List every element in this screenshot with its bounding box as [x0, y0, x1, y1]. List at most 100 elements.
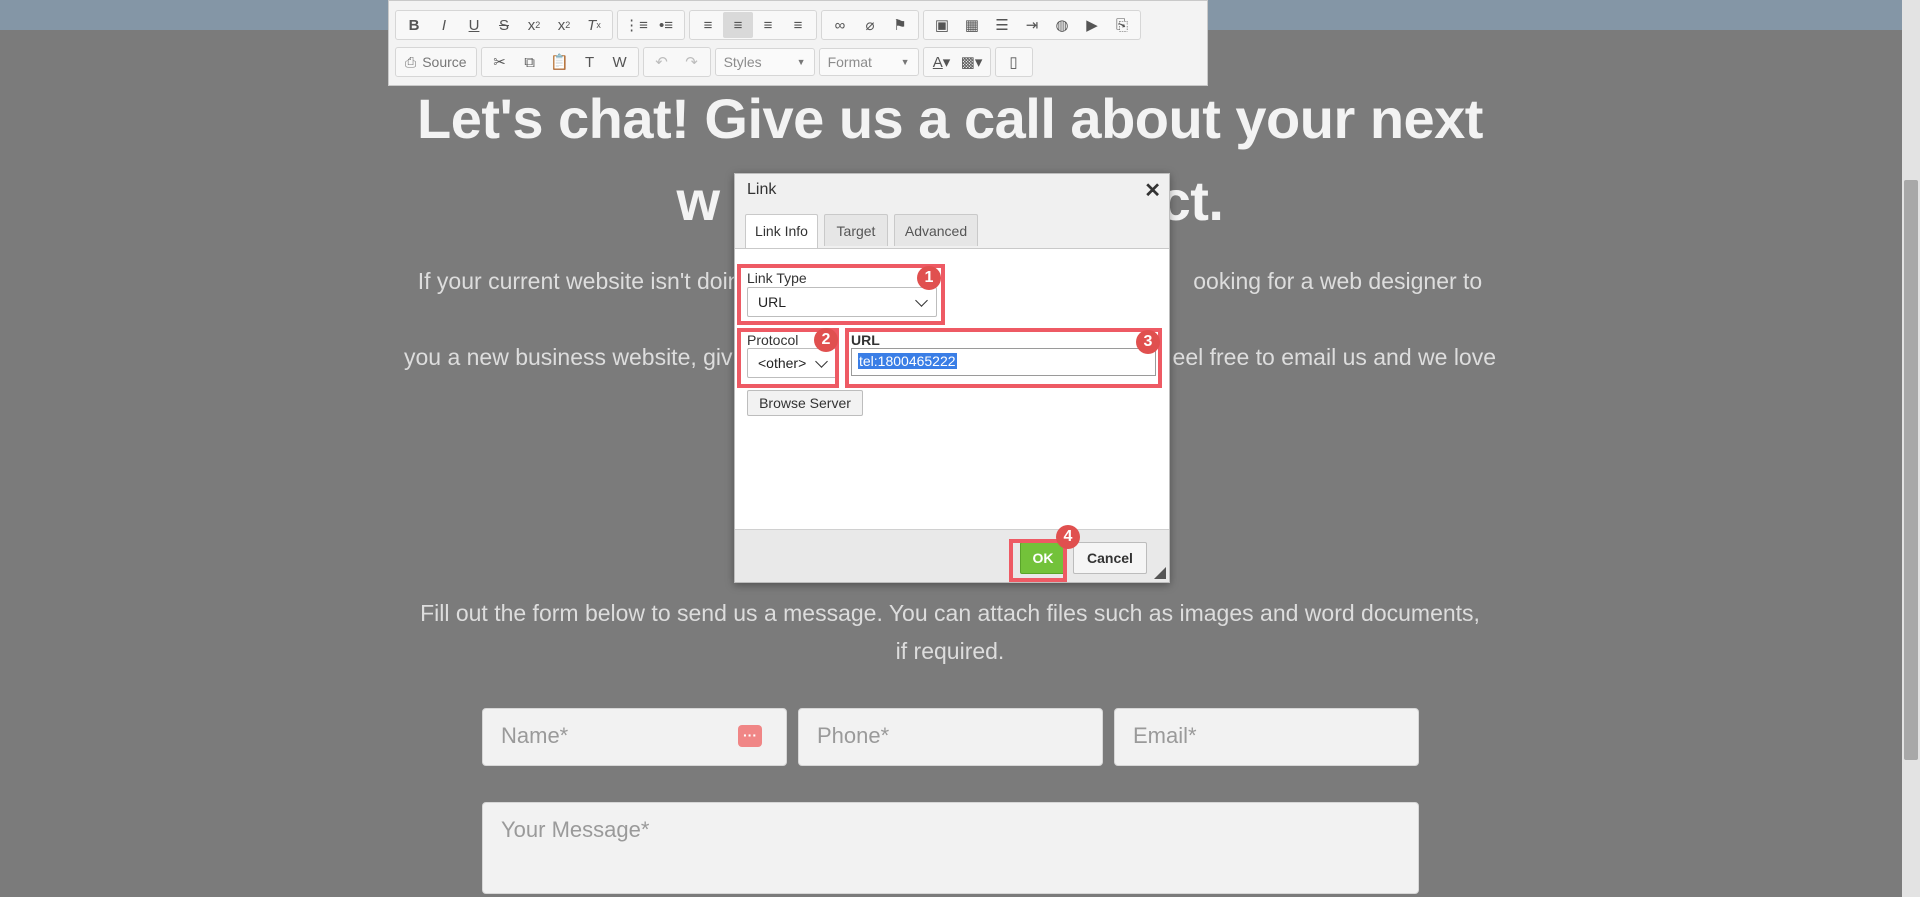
source-group: ⎙ Source [395, 47, 477, 77]
url-value: tel:1800465222 [858, 353, 957, 369]
background-color-icon[interactable]: ▩▾ [957, 49, 987, 75]
phone-input[interactable]: Phone* [798, 708, 1103, 766]
text-color-icon[interactable]: A▾ [927, 49, 957, 75]
copy-icon[interactable]: ⧉ [515, 49, 545, 75]
para-line-1-left: If your current website isn't doing [418, 268, 754, 294]
step-badge-1: 1 [917, 266, 941, 290]
bold-icon[interactable]: B [399, 12, 429, 38]
toolbar-row-2: ⎙ Source ✂ ⧉ 📋 T W ↶ ↷ Styles ▼ Format ▼ A▾… [395, 46, 1033, 78]
undo-icon[interactable]: ↶ [647, 49, 677, 75]
dropdown-arrow-icon: ▼ [901, 57, 910, 67]
maximize-group: ▯ [995, 47, 1033, 77]
dialog-footer: OK Cancel [735, 529, 1169, 582]
resize-handle[interactable] [1154, 567, 1166, 579]
tab-link-info[interactable]: Link Info [745, 214, 818, 248]
name-input[interactable]: Name* ··· [482, 708, 787, 766]
scrollbar-thumb[interactable] [1904, 180, 1918, 760]
align-center-icon[interactable]: ≡ [723, 12, 753, 38]
paste-word-icon[interactable]: W [605, 49, 635, 75]
protocol-select[interactable]: <other> [747, 348, 837, 378]
link-type-label: Link Type [747, 270, 807, 286]
format-dropdown[interactable]: Format ▼ [819, 48, 919, 76]
underline-icon[interactable]: U [459, 12, 489, 38]
para-line-2-right: eel free to email us and we love [1173, 344, 1496, 370]
source-button[interactable]: ⎙ Source [399, 49, 473, 75]
styles-label: Styles [724, 54, 762, 70]
cut-icon[interactable]: ✂ [485, 49, 515, 75]
list-group: ⋮≡ •≡ [617, 10, 685, 40]
form-instructions: Fill out the form below to send us a mes… [420, 594, 1480, 670]
page-scrollbar[interactable] [1902, 0, 1920, 897]
new-page-icon[interactable]: ⎘ [1107, 12, 1137, 38]
dialog-tabs: Link Info Target Advanced [735, 206, 1169, 249]
insert-group: ▣ ▦ ☰ ⇥ ◍ ▶ ⎘ [923, 10, 1141, 40]
strikethrough-icon[interactable]: S [489, 12, 519, 38]
source-icon: ⎙ [405, 54, 416, 71]
indent-icon[interactable]: ⇥ [1017, 12, 1047, 38]
align-left-icon[interactable]: ≡ [693, 12, 723, 38]
close-icon[interactable]: ✕ [1144, 178, 1161, 203]
redo-icon[interactable]: ↷ [677, 49, 707, 75]
table-icon[interactable]: ▦ [957, 12, 987, 38]
link-group: ∞ ⌀ ⚑ [821, 10, 919, 40]
chevron-down-icon [815, 355, 828, 368]
step-badge-3: 3 [1136, 330, 1160, 354]
align-right-icon[interactable]: ≡ [753, 12, 783, 38]
italic-icon[interactable]: I [429, 12, 459, 38]
message-textarea[interactable]: Your Message* [482, 802, 1419, 894]
editor-toolbar: B I U S x2 x2 Tx ⋮≡ •≡ ≡ ≡ ≡ ≡ ∞ ⌀ ⚑ ▣ ▦… [388, 0, 1208, 86]
anchor-flag-icon[interactable]: ⚑ [885, 12, 915, 38]
youtube-icon[interactable]: ▶ [1077, 12, 1107, 38]
step-badge-2: 2 [814, 328, 838, 352]
undo-group: ↶ ↷ [643, 47, 711, 77]
step-badge-4: 4 [1056, 525, 1080, 549]
image-icon[interactable]: ▣ [927, 12, 957, 38]
password-manager-icon[interactable]: ··· [738, 725, 762, 747]
styles-dropdown[interactable]: Styles ▼ [715, 48, 815, 76]
link-type-select[interactable]: URL [747, 287, 937, 317]
tab-advanced[interactable]: Advanced [894, 214, 978, 246]
dropdown-arrow-icon: ▼ [797, 57, 806, 67]
numbered-list-icon[interactable]: ⋮≡ [621, 12, 651, 38]
align-group: ≡ ≡ ≡ ≡ [689, 10, 817, 40]
browse-server-button[interactable]: Browse Server [747, 390, 863, 416]
justify-icon[interactable]: ≡ [783, 12, 813, 38]
url-input[interactable]: tel:1800465222 [851, 348, 1156, 376]
unlink-icon[interactable]: ⌀ [855, 12, 885, 38]
format-label: Format [828, 54, 872, 70]
dialog-titlebar[interactable]: Link ✕ [735, 174, 1169, 207]
protocol-value: <other> [758, 355, 806, 371]
name-placeholder: Name* [501, 723, 568, 748]
ok-button[interactable]: OK [1020, 542, 1066, 574]
remove-format-icon[interactable]: Tx [579, 12, 609, 38]
color-group: A▾ ▩▾ [923, 47, 991, 77]
bulleted-list-icon[interactable]: •≡ [651, 12, 681, 38]
tab-target[interactable]: Target [824, 214, 888, 246]
iframe-globe-icon[interactable]: ◍ [1047, 12, 1077, 38]
paste-icon[interactable]: 📋 [545, 49, 575, 75]
basic-styles-group: B I U S x2 x2 Tx [395, 10, 613, 40]
email-input[interactable]: Email* [1114, 708, 1419, 766]
url-label: URL [851, 332, 880, 348]
maximize-icon[interactable]: ▯ [999, 49, 1029, 75]
heading-line-1: Let's chat! Give us a call about your ne… [380, 78, 1520, 160]
chevron-down-icon [915, 294, 928, 307]
heading-line-2-left: w [677, 169, 720, 232]
para-line-2-left: you a new business website, giv [404, 344, 733, 370]
link-type-value: URL [758, 294, 786, 310]
dialog-title: Link [747, 181, 776, 199]
message-placeholder: Your Message* [501, 817, 649, 842]
cancel-button[interactable]: Cancel [1073, 542, 1147, 574]
clipboard-group: ✂ ⧉ 📋 T W [481, 47, 639, 77]
source-label: Source [422, 54, 466, 70]
subscript-icon[interactable]: x2 [519, 12, 549, 38]
link-dialog: Link ✕ Link Info Target Advanced Link Ty… [734, 173, 1170, 583]
horizontal-line-icon[interactable]: ☰ [987, 12, 1017, 38]
paste-text-icon[interactable]: T [575, 49, 605, 75]
email-placeholder: Email* [1133, 723, 1197, 748]
toolbar-row-1: B I U S x2 x2 Tx ⋮≡ •≡ ≡ ≡ ≡ ≡ ∞ ⌀ ⚑ ▣ ▦… [395, 9, 1141, 41]
superscript-icon[interactable]: x2 [549, 12, 579, 38]
phone-placeholder: Phone* [817, 723, 889, 748]
protocol-label: Protocol [747, 332, 798, 348]
link-icon[interactable]: ∞ [825, 12, 855, 38]
